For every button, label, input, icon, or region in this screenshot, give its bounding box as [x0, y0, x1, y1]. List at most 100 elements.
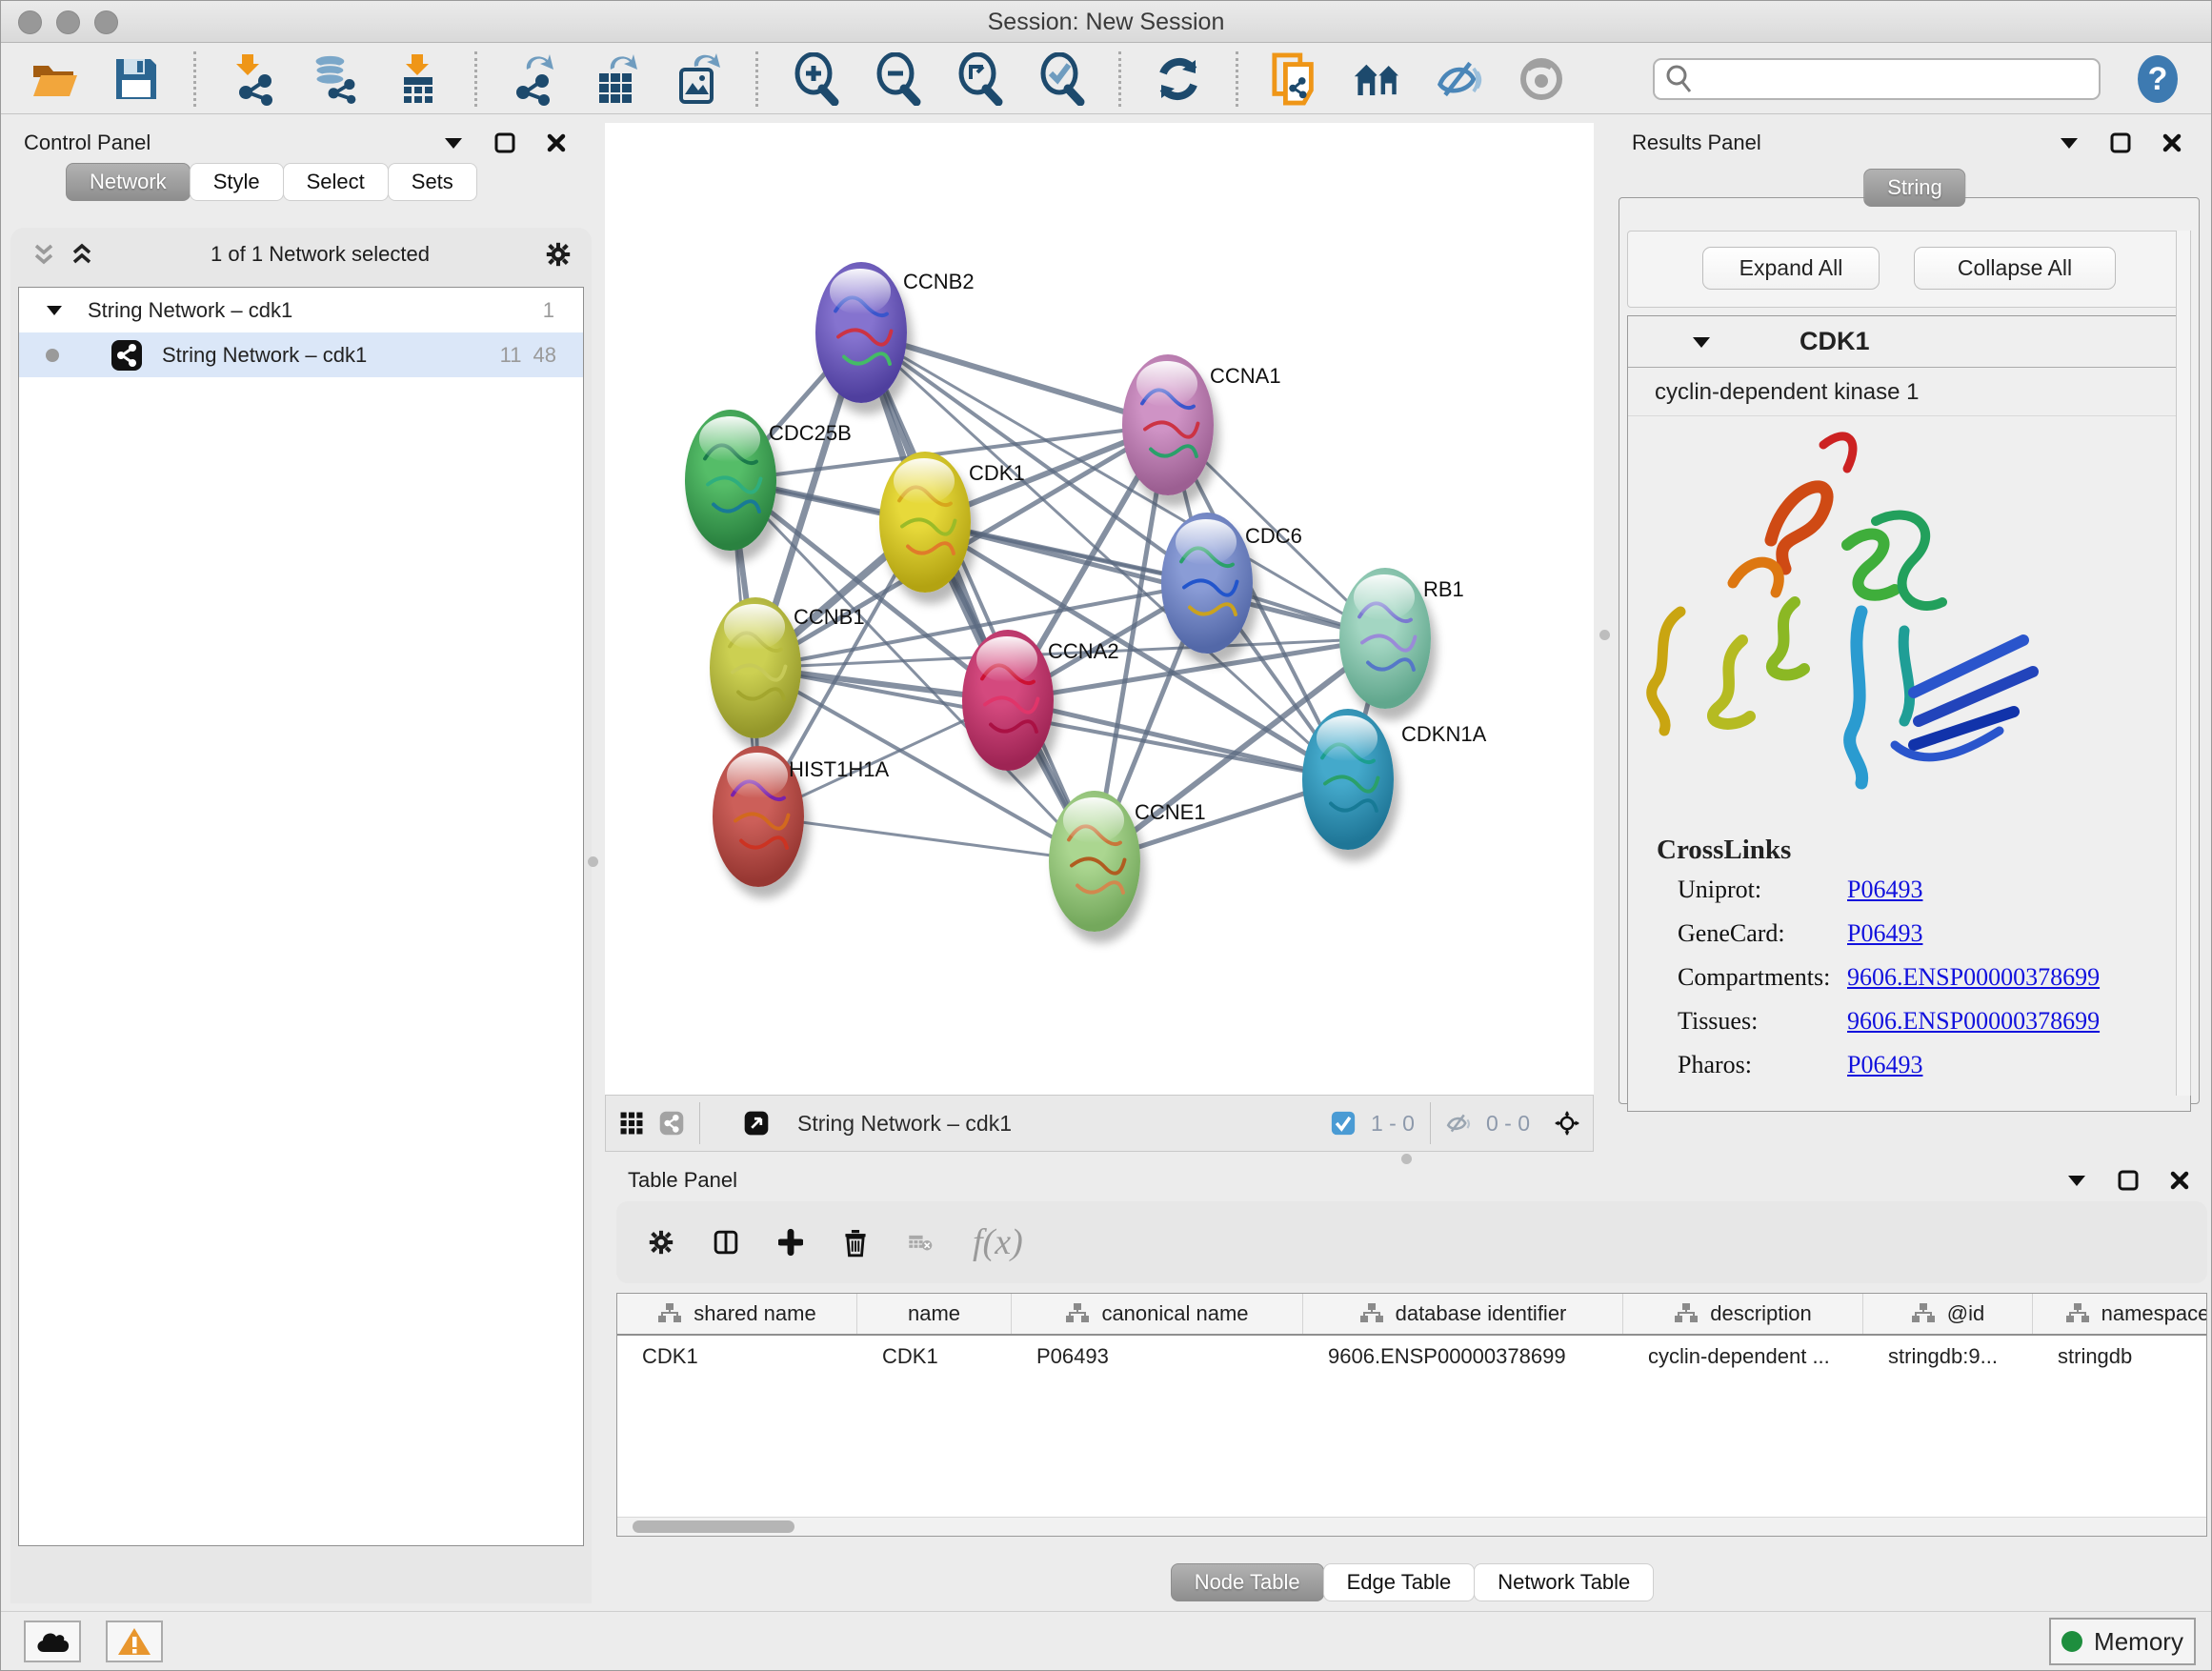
table-cell[interactable]: cyclin-dependent ...: [1623, 1336, 1863, 1378]
expand-all-networks-button[interactable]: [70, 242, 94, 267]
panel-float-button[interactable]: [493, 131, 517, 155]
copy-network-button[interactable]: [1271, 54, 1320, 104]
table-cell[interactable]: stringdb: [2033, 1336, 2207, 1378]
table-cell[interactable]: stringdb:9...: [1863, 1336, 2033, 1378]
crosslink-link[interactable]: P06493: [1847, 1051, 1922, 1079]
panel-menu-button[interactable]: [2057, 131, 2081, 155]
column-header-canonical-name[interactable]: canonical name: [1012, 1294, 1303, 1334]
tab-sets[interactable]: Sets: [388, 163, 477, 201]
show-button[interactable]: [1517, 54, 1566, 104]
edge-HIST1H1A-CCNE1[interactable]: [758, 816, 1095, 861]
fit-content-button[interactable]: [1555, 1111, 1579, 1136]
import-network-from-database-button[interactable]: [311, 54, 360, 104]
panel-float-button[interactable]: [2116, 1168, 2141, 1193]
panel-menu-button[interactable]: [441, 131, 466, 155]
import-table-button[interactable]: [392, 54, 442, 104]
node-label-CDK1: CDK1: [969, 461, 1025, 486]
table-row[interactable]: CDK1CDK1P064939606.ENSP00000378699cyclin…: [617, 1336, 2206, 1378]
edge-CCNA2-CDKN1A[interactable]: [1008, 700, 1348, 779]
show-grid-button[interactable]: [619, 1111, 644, 1136]
memory-button[interactable]: Memory: [2049, 1618, 2196, 1665]
table-cell[interactable]: P06493: [1012, 1336, 1303, 1378]
table-cell[interactable]: 9606.ENSP00000378699: [1303, 1336, 1623, 1378]
selected-checkbox[interactable]: [1331, 1111, 1356, 1136]
node-CCNA1[interactable]: [1122, 354, 1214, 495]
table-h-scrollbar[interactable]: [617, 1517, 2206, 1536]
tab-network[interactable]: Network: [66, 163, 191, 201]
node-CCNA2[interactable]: [962, 630, 1054, 771]
search-input[interactable]: [1693, 67, 2074, 91]
column-header-name[interactable]: name: [857, 1294, 1012, 1334]
crosslink-link[interactable]: 9606.ENSP00000378699: [1847, 963, 2100, 992]
column-header-namespace[interactable]: namespace: [2033, 1294, 2207, 1334]
column-header-database-identifier[interactable]: database identifier: [1303, 1294, 1623, 1334]
function-builder-button[interactable]: f(x): [973, 1221, 1023, 1263]
help-button[interactable]: ?: [2133, 54, 2182, 104]
open-session-button[interactable]: [30, 54, 79, 104]
panel-menu-button[interactable]: [2064, 1168, 2089, 1193]
crosslink-link[interactable]: P06493: [1847, 919, 1922, 948]
panel-close-button[interactable]: [2160, 131, 2184, 155]
refresh-layout-button[interactable]: [1154, 54, 1203, 104]
zoom-out-button[interactable]: [873, 54, 922, 104]
scrollbar-thumb[interactable]: [633, 1520, 794, 1533]
crosslink-link[interactable]: 9606.ENSP00000378699: [1847, 1007, 2100, 1036]
panel-close-button[interactable]: [544, 131, 569, 155]
string-home-button[interactable]: [1353, 54, 1402, 104]
edge-CCNB2-CCNE1[interactable]: [861, 332, 1095, 861]
warning-status-button[interactable]: [106, 1621, 163, 1662]
collapse-all-networks-button[interactable]: [31, 242, 56, 267]
node-CDC25B[interactable]: [685, 410, 776, 551]
create-column-button[interactable]: [778, 1230, 803, 1255]
crosslink-link[interactable]: P06493: [1847, 876, 1922, 904]
node-CCNB1[interactable]: [710, 597, 801, 738]
tab-edge-table[interactable]: Edge Table: [1323, 1563, 1476, 1601]
tab-node-table[interactable]: Node Table: [1171, 1563, 1324, 1601]
table-options-button[interactable]: [649, 1230, 674, 1255]
column-header-shared-name[interactable]: shared name: [617, 1294, 857, 1334]
tab-string[interactable]: String: [1863, 169, 1965, 207]
node-CCNB2[interactable]: [815, 262, 907, 403]
detach-view-button[interactable]: [744, 1111, 769, 1136]
export-table-button[interactable]: [592, 54, 641, 104]
column-header--id[interactable]: @id: [1863, 1294, 2033, 1334]
right-splitter-handle[interactable]: [1599, 630, 1610, 640]
zoom-in-button[interactable]: [791, 54, 840, 104]
protein-header[interactable]: CDK1: [1628, 316, 2190, 368]
tab-style[interactable]: Style: [190, 163, 284, 201]
node-CDC6[interactable]: [1161, 513, 1253, 654]
delete-column-button[interactable]: [843, 1230, 868, 1255]
column-header-description[interactable]: description: [1623, 1294, 1863, 1334]
node-RB1[interactable]: [1339, 568, 1431, 709]
tab-network-table[interactable]: Network Table: [1474, 1563, 1654, 1601]
panel-float-button[interactable]: [2108, 131, 2133, 155]
table-cell[interactable]: CDK1: [617, 1336, 857, 1378]
zoom-fit-button[interactable]: [955, 54, 1004, 104]
import-network-button[interactable]: [229, 54, 278, 104]
collapse-all-button[interactable]: Collapse All: [1914, 247, 2116, 290]
zoom-selected-button[interactable]: [1036, 54, 1086, 104]
show-column-button[interactable]: [714, 1230, 738, 1255]
network-options-button[interactable]: [546, 242, 571, 267]
network-collection-row[interactable]: String Network – cdk1 1: [19, 288, 583, 332]
left-splitter-handle[interactable]: [588, 856, 598, 867]
hide-unhide-button[interactable]: [1435, 54, 1484, 104]
network-canvas[interactable]: CCNB2CCNA1CDC25BCDK1CDC6RB1CCNB1CCNA2CDK…: [605, 123, 1594, 1095]
hidden-toggle[interactable]: [1446, 1111, 1471, 1136]
results-scrollbar[interactable]: [2176, 231, 2191, 1096]
edge-CDK1-RB1[interactable]: [925, 522, 1385, 638]
save-session-button[interactable]: [111, 54, 161, 104]
panel-close-button[interactable]: [2167, 1168, 2192, 1193]
expand-all-button[interactable]: Expand All: [1702, 247, 1880, 290]
export-image-button[interactable]: [674, 54, 723, 104]
node-CCNE1[interactable]: [1049, 791, 1140, 932]
cloud-status-button[interactable]: [24, 1621, 81, 1662]
node-CDK1[interactable]: [879, 452, 971, 593]
network-row[interactable]: String Network – cdk1 11 48: [19, 332, 583, 377]
export-network-button[interactable]: [510, 54, 559, 104]
node-CDKN1A[interactable]: [1302, 709, 1394, 850]
delete-table-button[interactable]: [908, 1230, 933, 1255]
tab-select[interactable]: Select: [283, 163, 389, 201]
table-cell[interactable]: CDK1: [857, 1336, 1012, 1378]
network-view-mode-button[interactable]: [659, 1111, 684, 1136]
